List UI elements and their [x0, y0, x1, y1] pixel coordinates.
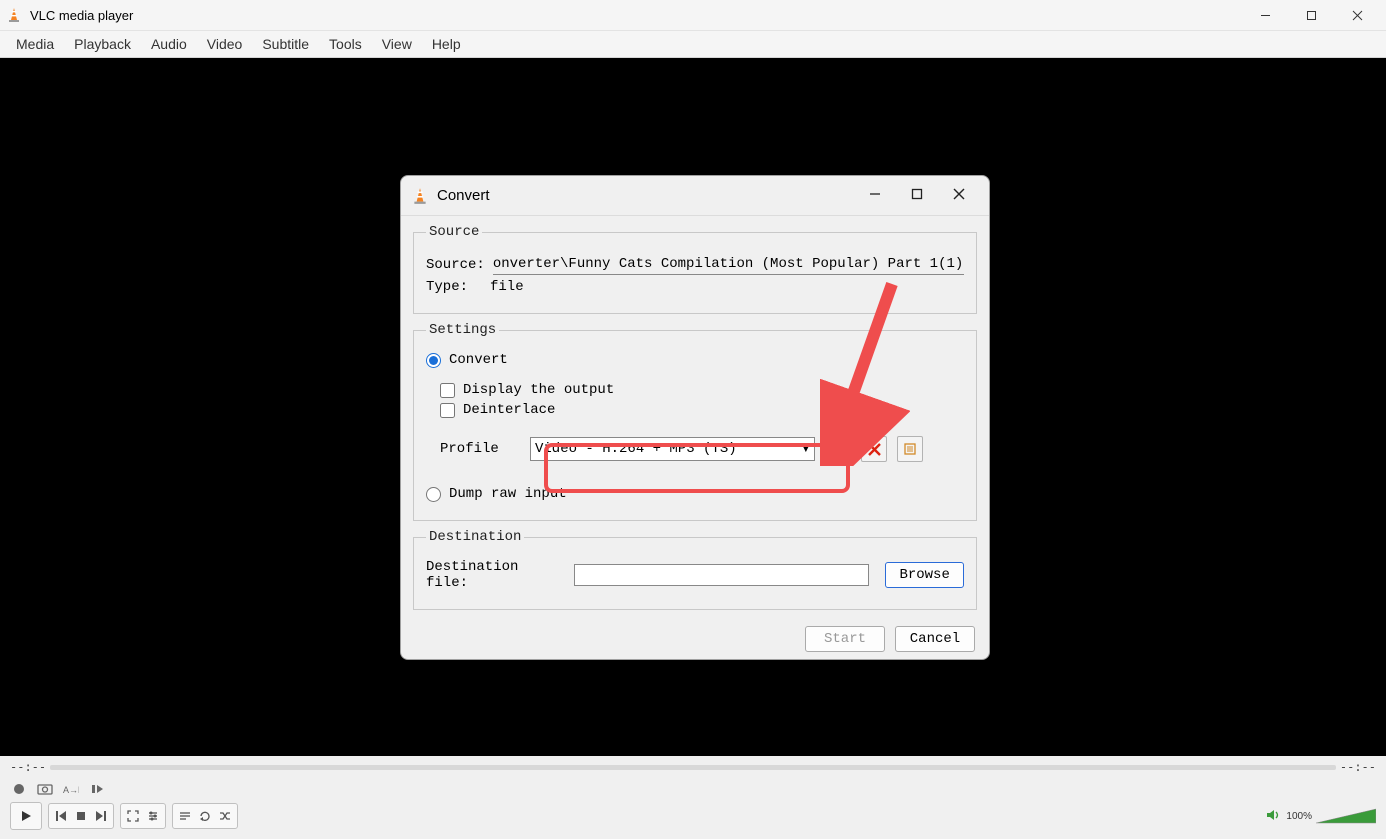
convert-dialog: Convert Source Source: Type: file Settin… [400, 175, 990, 660]
new-profile-button[interactable] [897, 436, 923, 462]
time-elapsed: --:-- [10, 760, 46, 774]
settings-group: Settings Convert Display the output Dein… [413, 322, 977, 521]
shuffle-button[interactable] [215, 806, 235, 826]
dump-raw-label: Dump raw input [449, 486, 567, 502]
maximize-icon [911, 188, 923, 200]
type-label: Type: [426, 279, 482, 295]
dialog-titlebar: Convert [401, 176, 989, 216]
vlc-cone-icon [411, 187, 429, 205]
destination-file-label: Destination file: [426, 559, 566, 591]
menubar: Media Playback Audio Video Subtitle Tool… [0, 31, 1386, 58]
profile-select[interactable]: Video - H.264 + MP3 (TS) ▾ [530, 437, 815, 461]
minimize-icon [1260, 10, 1271, 21]
wrench-icon [831, 442, 846, 457]
dialog-footer: Start Cancel [401, 618, 989, 660]
source-label: Source: [426, 257, 485, 273]
deinterlace-checkbox[interactable] [440, 403, 455, 418]
settings-legend: Settings [426, 322, 499, 338]
close-button[interactable] [1334, 0, 1380, 30]
profile-label: Profile [440, 441, 520, 457]
menu-audio[interactable]: Audio [141, 32, 197, 56]
display-output-label: Display the output [463, 382, 614, 398]
frame-step-button[interactable] [88, 780, 106, 798]
convert-radio-label: Convert [449, 352, 508, 368]
titlebar: VLC media player [0, 0, 1386, 31]
dialog-maximize-button[interactable] [903, 187, 931, 204]
maximize-button[interactable] [1288, 0, 1334, 30]
dialog-minimize-button[interactable] [861, 187, 889, 204]
record-button[interactable] [10, 780, 28, 798]
minimize-icon [869, 188, 881, 200]
play-button[interactable] [10, 802, 42, 830]
destination-file-input[interactable] [574, 564, 869, 586]
destination-group: Destination Destination file: Browse [413, 529, 977, 610]
x-icon [868, 443, 881, 456]
destination-legend: Destination [426, 529, 524, 545]
browse-button[interactable]: Browse [885, 562, 964, 588]
source-legend: Source [426, 224, 482, 240]
window-title: VLC media player [30, 8, 133, 23]
loop-button[interactable] [195, 806, 215, 826]
deinterlace-label: Deinterlace [463, 402, 555, 418]
close-icon [1352, 10, 1363, 21]
new-profile-icon [903, 442, 917, 456]
cancel-button[interactable]: Cancel [895, 626, 975, 652]
window-controls [1242, 0, 1380, 30]
start-button[interactable]: Start [805, 626, 885, 652]
seek-bar: --:-- --:-- [0, 756, 1386, 778]
close-icon [953, 188, 965, 200]
menu-view[interactable]: View [372, 32, 422, 56]
snapshot-button[interactable] [36, 780, 54, 798]
display-output-checkbox[interactable] [440, 383, 455, 398]
extended-settings-button[interactable] [143, 806, 163, 826]
delete-profile-button[interactable] [861, 436, 887, 462]
edit-profile-button[interactable] [825, 436, 851, 462]
minimize-button[interactable] [1242, 0, 1288, 30]
chevron-down-icon: ▾ [802, 441, 810, 458]
svg-text:A→B: A→B [63, 785, 79, 795]
source-value[interactable] [493, 254, 964, 275]
speaker-icon[interactable] [1266, 808, 1282, 825]
next-button[interactable] [91, 806, 111, 826]
profile-value: Video - H.264 + MP3 (TS) [535, 441, 737, 457]
prev-button[interactable] [51, 806, 71, 826]
maximize-icon [1306, 10, 1317, 21]
atob-loop-button[interactable]: A→B [62, 780, 80, 798]
time-total: --:-- [1340, 760, 1376, 774]
volume-percent: 100% [1286, 811, 1312, 822]
vlc-cone-icon [6, 7, 22, 23]
menu-playback[interactable]: Playback [64, 32, 141, 56]
player-controls: A→B 100% [0, 778, 1386, 839]
source-group: Source Source: Type: file [413, 224, 977, 314]
type-value: file [490, 279, 524, 295]
menu-subtitle[interactable]: Subtitle [252, 32, 319, 56]
menu-tools[interactable]: Tools [319, 32, 372, 56]
volume-slider[interactable] [1316, 807, 1376, 825]
stop-button[interactable] [71, 806, 91, 826]
seek-slider[interactable] [50, 765, 1336, 770]
menu-media[interactable]: Media [6, 32, 64, 56]
convert-radio[interactable] [426, 353, 441, 368]
fullscreen-button[interactable] [123, 806, 143, 826]
dialog-title: Convert [437, 187, 490, 204]
play-icon [19, 809, 33, 823]
menu-video[interactable]: Video [197, 32, 253, 56]
dialog-close-button[interactable] [945, 187, 973, 204]
playlist-button[interactable] [175, 806, 195, 826]
dump-raw-radio[interactable] [426, 487, 441, 502]
menu-help[interactable]: Help [422, 32, 471, 56]
